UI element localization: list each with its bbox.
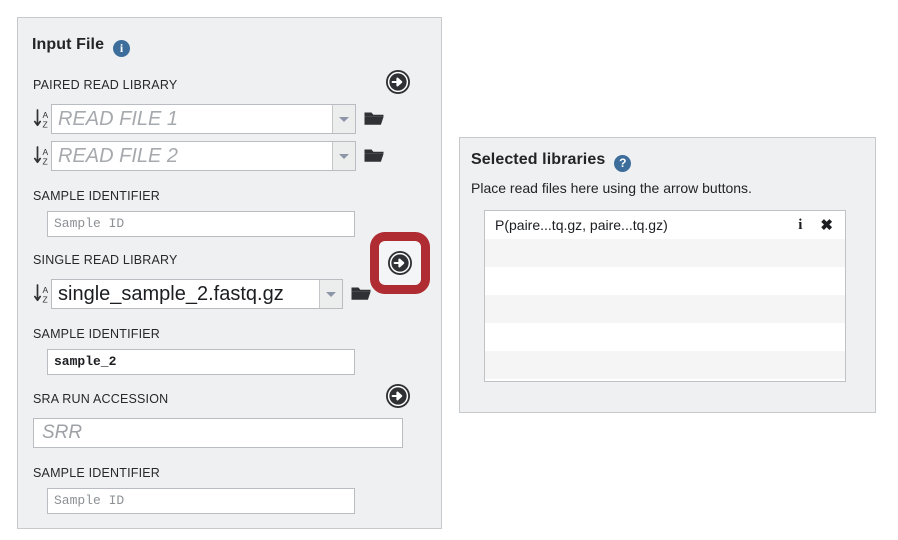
info-icon[interactable]: i xyxy=(113,40,131,57)
read-file-2-row: A Z READ FILE 2 xyxy=(33,141,385,171)
selected-libraries-hint: Place read files here using the arrow bu… xyxy=(471,180,752,196)
single-sample-identifier-label: SAMPLE IDENTIFIER xyxy=(33,327,161,341)
arrow-right-circle-icon xyxy=(386,70,410,94)
selected-libraries-title-text: Selected libraries xyxy=(471,151,606,168)
chevron-down-icon[interactable] xyxy=(319,280,342,308)
chevron-down-icon[interactable] xyxy=(332,105,355,133)
read-file-2-value: READ FILE 2 xyxy=(58,145,179,167)
sort-alpha-ascending-icon[interactable]: A Z xyxy=(33,143,51,169)
arrow-right-circle-icon xyxy=(386,384,410,408)
list-item-empty xyxy=(485,351,845,379)
sort-alpha-ascending-icon[interactable]: A Z xyxy=(33,106,51,132)
add-sra-run-button[interactable] xyxy=(385,383,411,409)
paired-sample-identifier-input[interactable]: Sample ID xyxy=(47,211,355,237)
folder-open-icon[interactable] xyxy=(350,283,372,305)
library-name: P(paire...tq.gz, paire...tq.gz) xyxy=(495,217,668,233)
svg-text:Z: Z xyxy=(43,120,48,130)
paired-sample-identifier-label: SAMPLE IDENTIFIER xyxy=(33,189,161,203)
help-circle-icon[interactable]: ? xyxy=(614,155,632,172)
arrow-right-circle-icon xyxy=(388,251,412,275)
paired-read-library-label: PAIRED READ LIBRARY xyxy=(33,78,178,92)
list-item-empty xyxy=(485,267,845,295)
single-read-library-label: SINGLE READ LIBRARY xyxy=(33,253,178,267)
list-item[interactable]: P(paire...tq.gz, paire...tq.gz) i ✖ xyxy=(485,211,845,239)
single-read-file-combo[interactable]: single_sample_2.fastq.gz xyxy=(51,279,343,309)
folder-open-icon[interactable] xyxy=(363,145,385,167)
input-file-panel-title: Input File i xyxy=(32,36,131,57)
read-file-1-combo[interactable]: READ FILE 1 xyxy=(51,104,356,134)
input-file-title-text: Input File xyxy=(32,36,105,53)
close-icon[interactable]: ✖ xyxy=(820,216,833,234)
svg-text:A: A xyxy=(43,285,49,295)
selected-libraries-list[interactable]: P(paire...tq.gz, paire...tq.gz) i ✖ xyxy=(484,210,846,382)
sra-run-accession-label: SRA RUN ACCESSION xyxy=(33,392,169,406)
list-item-empty xyxy=(485,323,845,351)
single-sample-identifier-input[interactable]: sample_2 xyxy=(47,349,355,375)
svg-text:A: A xyxy=(43,147,49,157)
svg-text:A: A xyxy=(43,110,49,120)
read-file-1-value: READ FILE 1 xyxy=(58,108,179,130)
single-read-file-row: A Z single_sample_2.fastq.gz xyxy=(33,279,372,309)
read-file-2-combo[interactable]: READ FILE 2 xyxy=(51,141,356,171)
selected-libraries-panel-title: Selected libraries? xyxy=(471,151,632,172)
folder-open-icon[interactable] xyxy=(363,108,385,130)
add-paired-library-button[interactable] xyxy=(385,69,411,95)
sra-sample-identifier-input[interactable]: Sample ID xyxy=(47,488,355,514)
info-icon[interactable]: i xyxy=(798,217,802,234)
svg-text:Z: Z xyxy=(43,295,48,305)
sra-sample-identifier-label: SAMPLE IDENTIFIER xyxy=(33,466,161,480)
sort-alpha-ascending-icon[interactable]: A Z xyxy=(33,281,51,307)
read-file-1-row: A Z READ FILE 1 xyxy=(33,104,385,134)
sra-run-accession-input[interactable]: SRR xyxy=(33,418,403,448)
list-item-empty xyxy=(485,295,845,323)
add-single-library-button[interactable] xyxy=(387,250,413,276)
single-read-file-value: single_sample_2.fastq.gz xyxy=(58,283,284,305)
list-item-empty xyxy=(485,239,845,267)
chevron-down-icon[interactable] xyxy=(332,142,355,170)
svg-text:Z: Z xyxy=(43,157,48,167)
